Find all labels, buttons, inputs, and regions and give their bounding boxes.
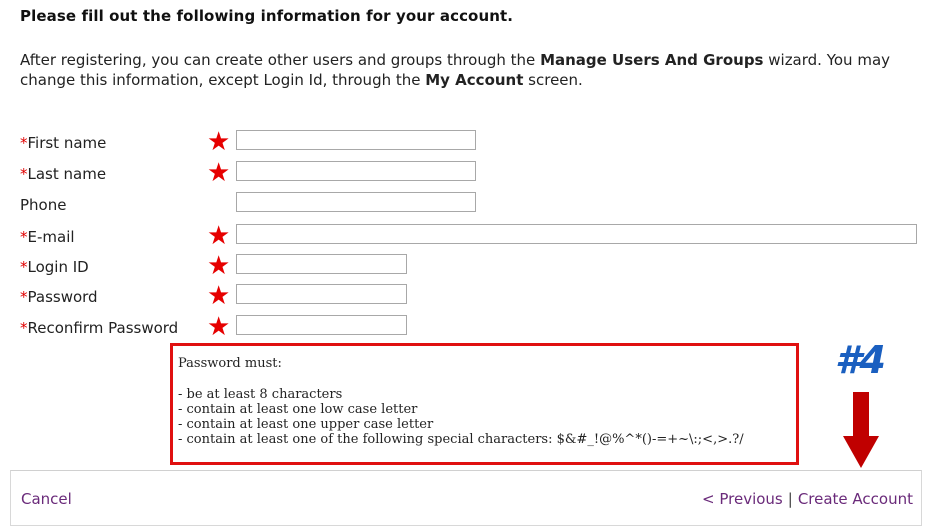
- password-rule: - contain at least one upper case letter: [178, 417, 434, 432]
- row-password: *Password ★: [0, 281, 931, 311]
- password-rules-box: Password must: - be at least 8 character…: [170, 343, 799, 465]
- row-first-name: *First name ★: [0, 127, 931, 157]
- row-last-name: *Last name ★: [0, 158, 931, 188]
- star-icon: ★: [207, 281, 231, 311]
- star-icon: ★: [207, 312, 231, 342]
- reconfirm-password-input[interactable]: [236, 315, 407, 335]
- row-phone: Phone: [0, 192, 931, 218]
- last-name-input[interactable]: [236, 161, 476, 181]
- previous-link[interactable]: < Previous: [702, 490, 783, 508]
- my-account-screen-name: My Account: [425, 71, 524, 89]
- first-name-input[interactable]: [236, 130, 476, 150]
- password-label: *Password: [20, 288, 98, 306]
- password-input[interactable]: [236, 284, 407, 304]
- star-icon: ★: [207, 158, 231, 188]
- first-name-label: *First name: [20, 134, 107, 152]
- star-icon: ★: [207, 251, 231, 281]
- phone-input[interactable]: [236, 192, 476, 212]
- down-arrow-icon: [843, 392, 879, 468]
- page-heading: Please fill out the following informatio…: [20, 7, 514, 25]
- email-label: *E-mail: [20, 228, 75, 246]
- row-email: *E-mail ★: [0, 221, 931, 251]
- row-reconfirm-password: *Reconfirm Password ★: [0, 312, 931, 342]
- password-rule: - contain at least one low case letter: [178, 402, 418, 417]
- footer-nav: < Previous | Create Account: [702, 490, 913, 508]
- email-input[interactable]: [236, 224, 917, 244]
- cancel-link[interactable]: Cancel: [21, 490, 72, 508]
- last-name-label: *Last name: [20, 165, 107, 183]
- step-number-label: #4: [835, 338, 886, 382]
- login-id-label: *Login ID: [20, 258, 89, 276]
- reconfirm-password-label: *Reconfirm Password: [20, 319, 179, 337]
- login-id-input[interactable]: [236, 254, 407, 274]
- wizard-footer: Cancel < Previous | Create Account: [10, 470, 922, 526]
- star-icon: ★: [207, 127, 231, 157]
- phone-label: Phone: [20, 196, 67, 214]
- password-rules-title: Password must:: [178, 356, 282, 371]
- row-login-id: *Login ID ★: [0, 251, 931, 281]
- star-icon: ★: [207, 221, 231, 251]
- password-rule: - contain at least one of the following …: [178, 432, 744, 447]
- create-account-link[interactable]: Create Account: [798, 490, 913, 508]
- password-rule: - be at least 8 characters: [178, 387, 343, 402]
- intro-text: After registering, you can create other …: [20, 51, 891, 89]
- manage-users-wizard-name: Manage Users And Groups: [540, 51, 764, 69]
- nav-separator: |: [787, 490, 793, 508]
